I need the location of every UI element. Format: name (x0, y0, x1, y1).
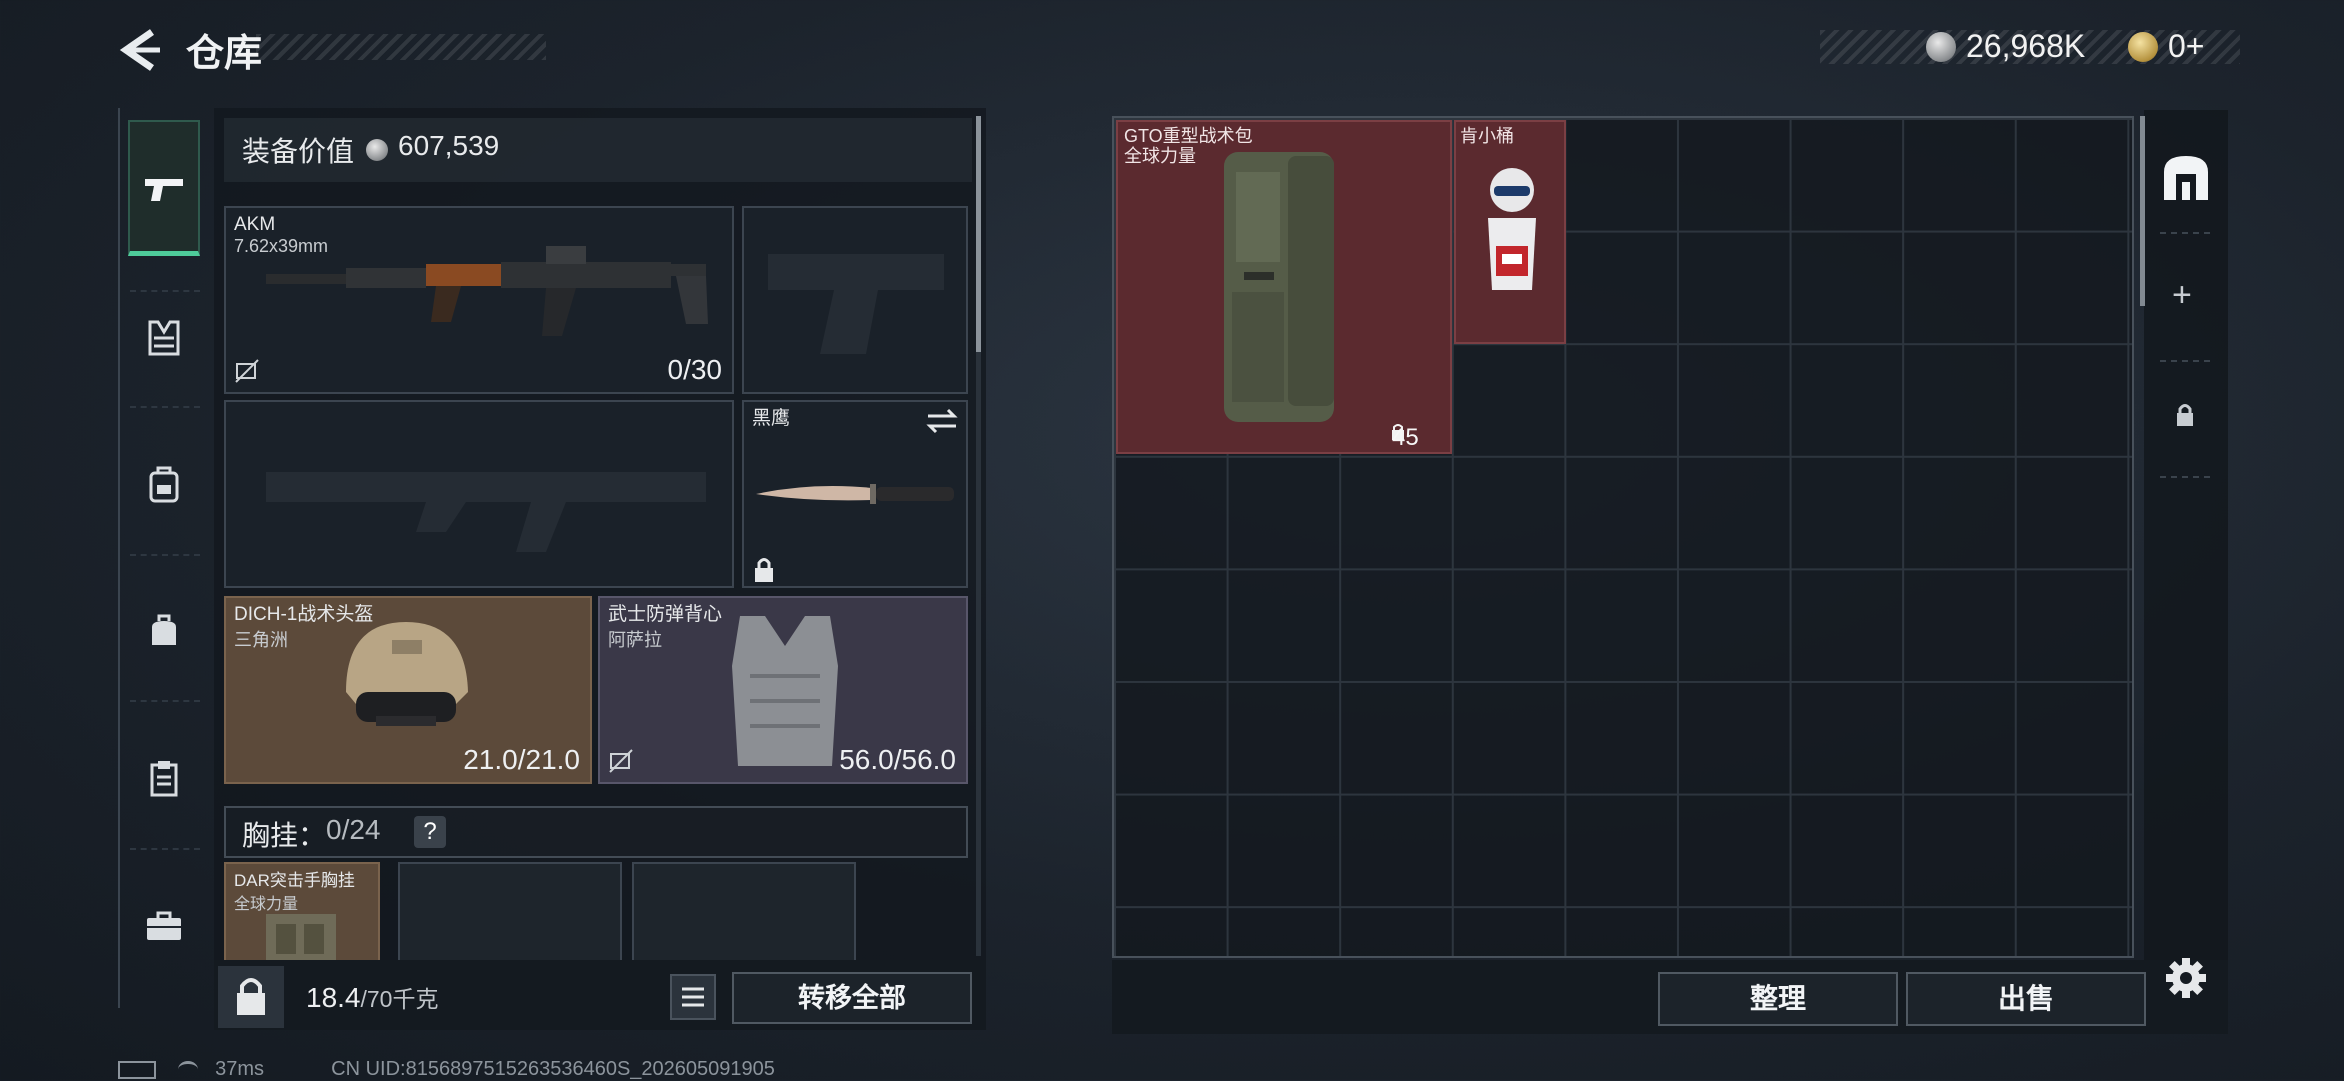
rail-divider (130, 848, 200, 850)
helmet-durability: 21.0/21.0 (463, 744, 580, 775)
locked-tab-icon[interactable] (2174, 402, 2196, 433)
secondary-weapon-slot[interactable] (224, 400, 734, 588)
weight-readout: 18.4/70千克 (306, 980, 438, 1014)
clipboard-icon[interactable] (128, 742, 200, 814)
wifi-icon (177, 1061, 198, 1078)
weight-value: 18.4 (306, 982, 361, 1013)
swap-arrows-icon[interactable] (926, 408, 958, 439)
rail-divider (130, 290, 200, 292)
chest-rig-label: 胸挂： (242, 820, 327, 851)
gold-coin-icon (2128, 32, 2158, 62)
stash-tab-icon[interactable] (2160, 152, 2212, 209)
transfer-all-button[interactable]: 转移全部 (732, 972, 972, 1024)
page-title: 仓库 (186, 33, 263, 75)
rail-divider (2160, 232, 2210, 234)
chest-rig-item-name: DAR突击手胸挂 (234, 871, 355, 890)
chest-rig-cell[interactable] (632, 862, 856, 962)
armor-slot[interactable]: 武士防弹背心 阿萨拉 56.0/56.0 (598, 596, 968, 784)
equipment-scrollbar-thumb[interactable] (976, 116, 981, 352)
user-uid: CN UID:8156897515263536460S_202605091905 (331, 1058, 775, 1080)
backpack-icon[interactable] (128, 448, 200, 520)
stash-item-bucket[interactable]: 肯小桶 (1454, 120, 1566, 344)
help-icon[interactable]: ? (414, 816, 446, 848)
tactical-backpack-icon (1224, 152, 1334, 422)
add-tab-button[interactable]: + (2172, 276, 2192, 315)
lock-icon (752, 556, 778, 582)
chest-rig-item-icon (266, 914, 336, 960)
title-decoration (256, 34, 546, 60)
pistol-silhouette-icon (768, 254, 944, 354)
rifle-silhouette-icon (266, 472, 706, 552)
helmet-icon (346, 622, 468, 726)
armor-name: 武士防弹背心 (608, 604, 723, 625)
armor-brand: 阿萨拉 (608, 630, 662, 650)
sell-button[interactable]: 出售 (1906, 972, 2146, 1026)
weight-lock-icon[interactable] (218, 966, 284, 1028)
pouch-bag-icon[interactable] (128, 594, 200, 666)
item-name: 肯小桶 (1460, 126, 1514, 146)
rail-divider (2160, 476, 2210, 478)
ping-value: 37ms (215, 1058, 265, 1080)
equipment-value-label: 装备价值 (242, 136, 355, 167)
rail-divider (130, 554, 200, 556)
figurine-icon (1488, 168, 1536, 290)
no-insure-icon (608, 748, 634, 774)
equipment-value: 607,539 (398, 130, 500, 161)
silver-currency-value[interactable]: 26,968K (1966, 28, 2085, 65)
status-bar: 37ms CN UID:8156897515263536460S_2026050… (118, 1058, 775, 1081)
briefcase-icon[interactable] (128, 890, 200, 962)
armor-durability: 56.0/56.0 (839, 744, 956, 775)
knife-icon (756, 484, 954, 504)
list-view-icon[interactable] (670, 974, 716, 1020)
stash-item-backpack[interactable]: GTO重型战术包 全球力量 (1116, 120, 1452, 454)
chest-rig-icon[interactable] (128, 302, 200, 374)
stash-tool-rail (2144, 110, 2228, 960)
item-brand: 全球力量 (1124, 146, 1196, 166)
melee-name: 黑鹰 (752, 408, 791, 429)
helmet-brand: 三角洲 (234, 630, 288, 650)
helmet-slot[interactable]: DICH-1战术头盔 三角洲 21.0/21.0 (224, 596, 592, 784)
organize-button[interactable]: 整理 (1658, 972, 1898, 1026)
pistol-icon[interactable] (128, 154, 200, 226)
rail-divider (130, 406, 200, 408)
armor-vest-icon (732, 616, 838, 766)
no-insure-icon (234, 358, 260, 384)
silver-coin-icon (1926, 32, 1956, 62)
chest-rig-item[interactable]: DAR突击手胸挂 全球力量 (224, 862, 380, 962)
melee-slot[interactable]: 黑鹰 (742, 400, 968, 588)
coin-icon (366, 139, 388, 161)
gold-currency-value[interactable]: 0+ (2168, 28, 2204, 65)
sidearm-slot[interactable] (742, 206, 968, 394)
battery-icon (118, 1060, 156, 1079)
settings-gear-icon[interactable] (2164, 956, 2208, 1000)
stash-scrollbar-thumb[interactable] (2140, 116, 2145, 306)
ammo-count: 0/30 (667, 354, 723, 385)
item-quantity: 45 (1392, 424, 1419, 451)
chest-rig-capacity: 0/24 (326, 814, 381, 845)
chest-rig-cell[interactable] (398, 862, 622, 962)
back-arrow-icon[interactable] (118, 28, 162, 72)
primary-weapon-slot[interactable]: AKM 7.62x39mm 0/30 (224, 206, 734, 394)
weight-capacity: /70千克 (360, 986, 439, 1012)
rail-divider (2160, 360, 2210, 362)
rail-divider (130, 700, 200, 702)
akm-rifle-icon (266, 246, 708, 336)
